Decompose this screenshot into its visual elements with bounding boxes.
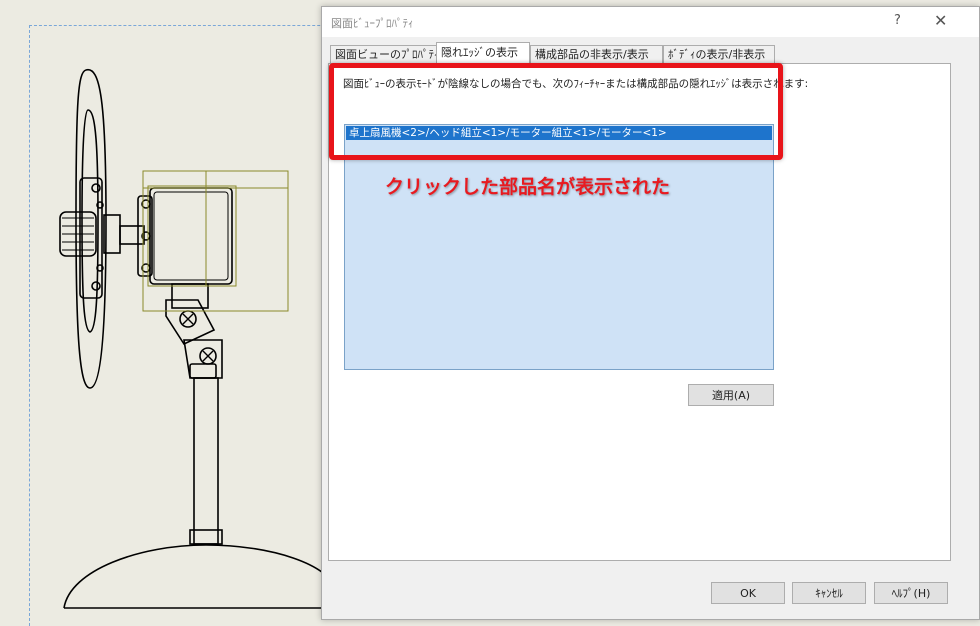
help-button[interactable]: ﾍﾙﾌﾟ(H)	[874, 582, 948, 604]
help-icon[interactable]: ?	[894, 13, 901, 28]
cancel-button[interactable]: ｷｬﾝｾﾙ	[792, 582, 866, 604]
hidden-edges-component-list[interactable]: 卓上扇風機<2>/ヘッド組立<1>/モーター組立<1>/モーター<1>	[344, 124, 774, 370]
motor-body	[149, 187, 233, 285]
tab-hide-show-components[interactable]: 構成部品の非表示/表示	[530, 45, 663, 63]
ok-button[interactable]: OK	[711, 582, 785, 604]
dialog-title: 図面ﾋﾞｭｰﾌﾟﾛﾊﾟﾃｨ	[331, 17, 414, 30]
tab-drawing-view-properties[interactable]: 図面ビューのﾌﾟﾛﾊﾟﾃｨ	[330, 45, 440, 63]
close-icon[interactable]: ✕	[934, 11, 947, 30]
apply-button[interactable]: 適用(A)	[688, 384, 774, 406]
fan-base	[63, 544, 337, 609]
tab-hidden-edges[interactable]: 隠れｴｯｼﾞの表示	[436, 42, 530, 64]
tab-hide-show-bodies[interactable]: ﾎﾞﾃﾞｨの表示/非表示	[663, 45, 775, 63]
pole	[189, 363, 217, 379]
title-bar: 図面ﾋﾞｭｰﾌﾟﾛﾊﾟﾃｨ ? ✕	[322, 7, 979, 37]
desk-fan-drawing-view[interactable]	[0, 0, 340, 620]
annotation-callout: クリックした部品名が表示された	[385, 176, 671, 198]
annotation-highlight-box	[329, 63, 783, 160]
